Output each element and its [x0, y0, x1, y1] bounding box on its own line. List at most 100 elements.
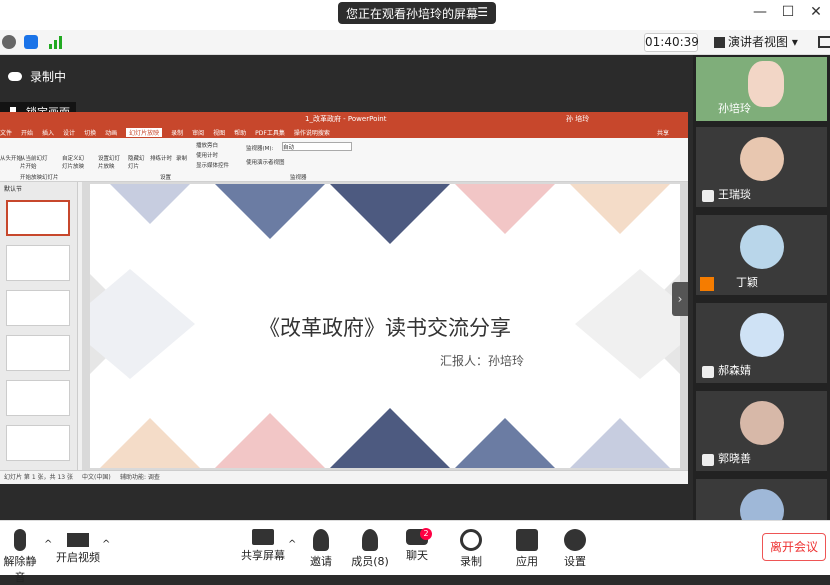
- tab-transitions[interactable]: 切换: [84, 128, 96, 137]
- tab-record[interactable]: 录制: [171, 128, 183, 137]
- custom-show-button[interactable]: 自定义幻灯片放映: [62, 154, 86, 170]
- grid-icon: [714, 37, 725, 48]
- slide[interactable]: 《改革政府》读书交流分享 汇报人：孙培玲: [90, 184, 680, 468]
- share-options-caret[interactable]: ^: [288, 539, 296, 550]
- add-user-icon: [313, 529, 329, 551]
- slide-thumb-5[interactable]: [6, 380, 70, 416]
- apps-button[interactable]: 应用: [512, 529, 542, 569]
- members-button[interactable]: 成员(8): [350, 529, 390, 569]
- monitor-select[interactable]: 自动: [282, 142, 352, 151]
- slide-thumb-2[interactable]: [6, 245, 70, 281]
- tab-file[interactable]: 文件: [0, 128, 12, 137]
- security-shield-icon[interactable]: [24, 35, 38, 49]
- setup-show-button[interactable]: 设置幻灯片放映: [98, 154, 124, 170]
- record-icon: [460, 529, 482, 551]
- record-label: 录制: [460, 555, 482, 568]
- minimize-button[interactable]: —: [746, 4, 774, 20]
- start-video-button[interactable]: 开启视频: [56, 529, 100, 565]
- slide-thumb-6[interactable]: [6, 425, 70, 461]
- group-setup: 设置: [160, 175, 172, 181]
- settings-button[interactable]: 设置: [560, 529, 590, 569]
- from-current-button[interactable]: 从当前幻灯片开始: [20, 154, 50, 170]
- chat-badge: 2: [420, 528, 432, 540]
- record-button[interactable]: 录制: [456, 529, 486, 569]
- share-button[interactable]: 共享: [657, 128, 669, 137]
- share-screen-button[interactable]: 共享屏幕: [240, 529, 286, 563]
- hide-slide-button[interactable]: 隐藏幻灯片: [128, 154, 146, 170]
- tab-review[interactable]: 审阅: [192, 128, 204, 137]
- video-options-caret[interactable]: ^: [102, 539, 110, 550]
- avatar: [740, 137, 784, 181]
- chevron-down-icon: ▾: [791, 35, 798, 49]
- signal-icon[interactable]: [48, 35, 64, 49]
- collapse-panel-button[interactable]: ›: [672, 282, 688, 316]
- tab-design[interactable]: 设计: [63, 128, 75, 137]
- view-mode-button[interactable]: 演讲者视图 ▾: [710, 33, 808, 52]
- slide-thumbnails: 默认节: [0, 182, 78, 470]
- mic-muted-icon: [702, 454, 714, 466]
- slide-title: 《改革政府》读书交流分享: [259, 316, 511, 340]
- participant-name: 孙培玲: [718, 102, 751, 115]
- media-controls-checkbox[interactable]: 显示媒体控件: [196, 161, 229, 169]
- mic-muted-icon: [718, 278, 730, 290]
- unmute-button[interactable]: 解除静音: [0, 529, 40, 585]
- invite-label: 邀请: [310, 555, 332, 568]
- info-icon[interactable]: [2, 35, 16, 49]
- menu-icon[interactable]: ☰: [477, 5, 488, 19]
- rehearse-button[interactable]: 排练计时: [150, 154, 172, 162]
- recording-label: 录制中: [30, 70, 67, 84]
- slide-count: 幻灯片 第 1 张，共 13 张: [4, 474, 73, 481]
- tab-animations[interactable]: 动画: [105, 128, 117, 137]
- maximize-button[interactable]: ☐: [774, 4, 802, 20]
- participant-tile[interactable]: 丁颖: [696, 215, 827, 295]
- participant-panel: 孙培玲 王瑞琰 丁颖 郝森婧 郭晓善: [693, 55, 830, 533]
- participant-tile[interactable]: 孙培玲: [696, 57, 827, 121]
- audio-options-caret[interactable]: ^: [44, 539, 52, 550]
- tab-slideshow[interactable]: 幻灯片放映: [126, 127, 163, 137]
- tab-help[interactable]: 帮助: [234, 128, 246, 137]
- share-screen-icon: [252, 529, 274, 545]
- slide-thumb-3[interactable]: [6, 290, 70, 326]
- narration-checkbox[interactable]: 播放旁白: [196, 141, 218, 149]
- slide-canvas: 《改革政府》读书交流分享 汇报人：孙培玲: [82, 182, 688, 470]
- invite-button[interactable]: 邀请: [305, 529, 337, 569]
- participant-name: 王瑞琰: [718, 188, 751, 201]
- meeting-timer: 01:40:39: [644, 33, 699, 52]
- participant-tile[interactable]: [696, 479, 827, 533]
- participant-tile[interactable]: 王瑞琰: [696, 127, 827, 207]
- mic-muted-icon: [702, 190, 714, 202]
- participant-name: 郭晓善: [718, 452, 751, 465]
- mic-muted-icon: [14, 529, 26, 551]
- tell-me-search[interactable]: 操作说明搜索: [294, 128, 330, 137]
- avatar: [740, 401, 784, 445]
- tab-pdf[interactable]: PDF工具集: [255, 128, 285, 137]
- tab-insert[interactable]: 插入: [42, 128, 54, 137]
- monitor-label: 监视器(M):: [246, 146, 274, 152]
- sharing-notice[interactable]: 您正在观看孙培玲的屏幕 ☰: [338, 2, 496, 24]
- apps-icon: [516, 529, 538, 551]
- participant-tile[interactable]: 郝森婧: [696, 303, 827, 383]
- recording-indicator: 录制中: [8, 68, 66, 85]
- accessibility[interactable]: 辅助功能: 调查: [120, 471, 160, 484]
- fullscreen-icon[interactable]: [818, 36, 830, 48]
- slide-thumb-4[interactable]: [6, 335, 70, 371]
- participant-name: 郝森婧: [718, 364, 751, 377]
- presenter-view-checkbox[interactable]: 使用演示者视图: [246, 158, 285, 166]
- tab-home[interactable]: 开始: [21, 128, 33, 137]
- ppt-window-title: 1_改革政府 - PowerPoint: [305, 115, 387, 123]
- unmute-label: 解除静音: [3, 555, 37, 584]
- close-button[interactable]: ✕: [802, 4, 830, 20]
- start-video-label: 开启视频: [56, 551, 100, 564]
- from-start-button[interactable]: 从头开始: [0, 154, 22, 162]
- settings-label: 设置: [564, 555, 586, 568]
- timings-checkbox[interactable]: 使用计时: [196, 151, 218, 159]
- leave-meeting-button[interactable]: 离开会议: [762, 533, 826, 561]
- tab-view[interactable]: 视图: [213, 128, 225, 137]
- cloud-icon: [8, 72, 22, 81]
- host-icon: [700, 277, 714, 291]
- record-button[interactable]: 录制: [176, 154, 187, 162]
- video-off-icon: [67, 533, 89, 547]
- participant-tile[interactable]: 郭晓善: [696, 391, 827, 471]
- view-mode-label: 演讲者视图: [728, 35, 789, 49]
- slide-thumb-1[interactable]: [6, 200, 70, 236]
